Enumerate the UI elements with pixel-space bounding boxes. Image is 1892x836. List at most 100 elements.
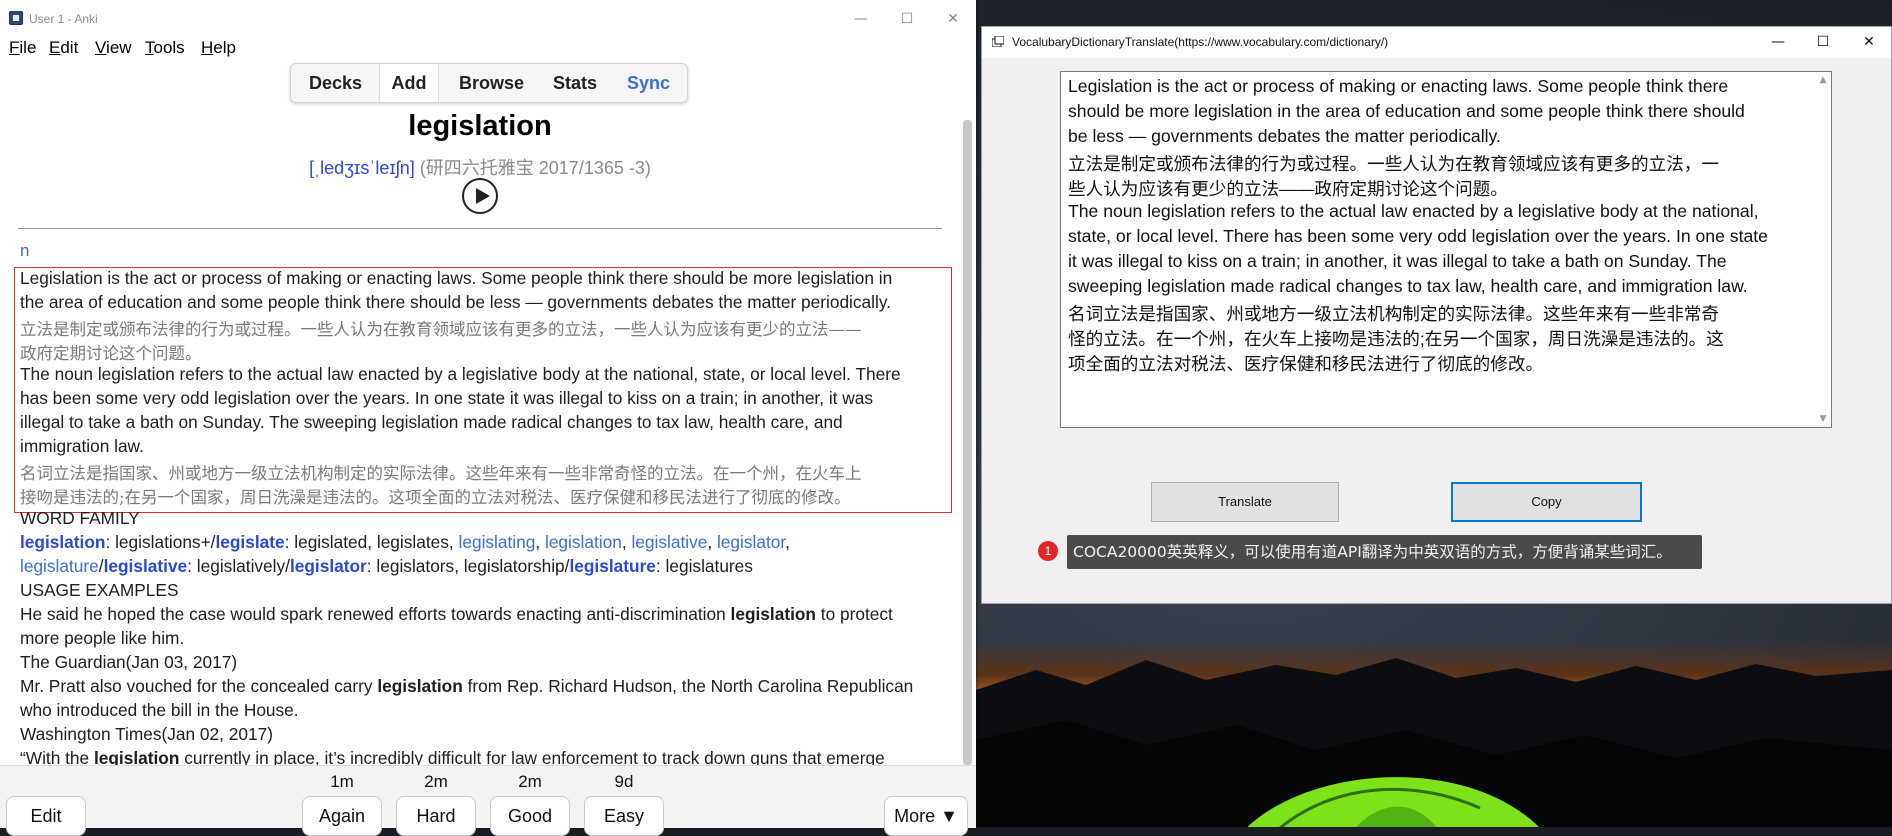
word-form: legislature — [569, 556, 656, 576]
more-button[interactable]: More ▼ — [884, 796, 968, 836]
usage-heading: USAGE EXAMPLES — [20, 580, 179, 600]
card-scrollbar[interactable] — [961, 120, 973, 765]
usage-example-cont: who introduced the bill in the House. — [20, 700, 299, 720]
text-line: should be more legislation in the area o… — [1068, 101, 1745, 121]
text-line: 项全面的立法对税法、医疗保健和移民法进行了彻底的修改。 — [1068, 354, 1544, 374]
menu-bar: File Edit View Tools Help — [0, 38, 976, 60]
text-line: 怪的立法。在一个州，在火车上接吻是违法的;在另一个国家，周日洗澡是违法的。这 — [1068, 329, 1724, 349]
good-button[interactable]: Good — [490, 796, 570, 836]
close-icon[interactable]: ✕ — [1846, 27, 1892, 58]
word-form: legislation — [20, 532, 106, 552]
menu-edit[interactable]: Edit — [49, 38, 78, 58]
menu-file[interactable]: File — [9, 38, 36, 58]
notification-badge: 1 — [1038, 541, 1058, 561]
good-interval: 2m — [518, 772, 542, 791]
word-family-line: legislation: legislations+/legislate: le… — [20, 532, 790, 553]
word-form-text: : legislatively/ — [187, 556, 290, 576]
divider — [18, 228, 942, 229]
scroll-up-icon[interactable]: ▲ — [1818, 75, 1828, 85]
close-icon[interactable]: ✕ — [930, 0, 976, 38]
again-interval: 1m — [330, 772, 354, 791]
minimize-icon[interactable]: — — [838, 0, 884, 38]
word-family-heading: WORD FAMILY — [20, 508, 140, 528]
play-audio-icon[interactable] — [462, 178, 498, 214]
example-keyword: legislation — [377, 676, 463, 696]
definition-en-line: immigration law. — [20, 436, 144, 456]
tooltip: COCA20000英英释义，可以使用有道API翻译为中英双语的方式，方便背诵某些… — [1067, 535, 1702, 569]
hard-button[interactable]: Hard — [396, 796, 476, 836]
word-family-line: legislature/legislative: legislatively/l… — [20, 556, 753, 577]
review-bottom-bar: Edit 1m 2m 2m 9d Again Hard Good Easy Mo… — [0, 765, 976, 836]
text-line: 名词立法是指国家、州或地方一级立法机构制定的实际法律。这些年来有一些非常奇 — [1068, 304, 1719, 324]
scroll-down-icon[interactable]: ▼ — [1818, 414, 1828, 424]
menu-help[interactable]: Help — [201, 38, 236, 58]
translate-button[interactable]: Translate — [1151, 482, 1339, 522]
text-line: it was illegal to kiss on a train; in an… — [1068, 251, 1727, 271]
definition-cn-line: 接吻是违法的;在另一个国家，周日洗澡是违法的。这项全面的立法对税法、医疗保健和移… — [20, 488, 851, 507]
browse-button[interactable]: Browse — [459, 64, 524, 102]
example-text: currently in place, it’s incredibly diff… — [179, 748, 885, 765]
usage-example-cont: more people like him. — [20, 628, 185, 648]
easy-interval: 9d — [614, 772, 634, 791]
word-link[interactable]: legislator — [717, 532, 785, 552]
text-line: state, or local level. There has been so… — [1068, 226, 1768, 246]
example-text: from Rep. Richard Hudson, the North Caro… — [462, 676, 914, 696]
headword: legislation — [408, 110, 552, 142]
separator: , — [535, 532, 545, 552]
sync-button[interactable]: Sync — [627, 64, 670, 102]
copy-button[interactable]: Copy — [1451, 482, 1642, 522]
easy-button[interactable]: Easy — [584, 796, 664, 836]
definition-en-line: The noun legislation refers to the actua… — [20, 364, 901, 384]
tent-image — [1247, 777, 1539, 827]
example-text: “With the — [20, 748, 94, 765]
minimize-icon[interactable]: — — [1755, 27, 1801, 58]
word-link[interactable]: legislation — [545, 532, 622, 552]
stats-button[interactable]: Stats — [553, 64, 597, 102]
definition-cn-line: 政府定期讨论这个问题。 — [20, 344, 202, 363]
usage-example: He said he hoped the case would spark re… — [20, 604, 893, 625]
word-form-text: : legislatures — [655, 556, 753, 576]
definition-en-line: illegal to take a bath on Sunday. The sw… — [20, 412, 843, 432]
text-area-scrollbar[interactable]: ▲ ▼ — [1815, 72, 1831, 427]
text-line: 些人认为应该有更少的立法——政府定期讨论这个问题。 — [1068, 179, 1508, 199]
word-link[interactable]: legislating — [459, 532, 536, 552]
edit-button[interactable]: Edit — [6, 796, 86, 836]
part-of-speech: n — [20, 241, 30, 260]
example-text: He said he hoped the case would spark re… — [20, 604, 731, 624]
tag-text: (研四六托雅宝 2017/1365 -3) — [419, 158, 651, 178]
example-keyword: legislation — [93, 748, 180, 765]
add-button[interactable]: Add — [379, 64, 439, 102]
anki-title-bar[interactable]: User 1 - Anki — ☐ ✕ — [0, 0, 976, 38]
word-link[interactable]: legislature — [20, 556, 99, 576]
main-toolbar: Decks Add Browse Stats Sync — [290, 63, 688, 103]
anki-window: User 1 - Anki — ☐ ✕ File Edit View Tools… — [0, 0, 976, 836]
scrollbar-thumb[interactable] — [963, 120, 972, 765]
word-link[interactable]: legislative — [631, 532, 707, 552]
menu-tools[interactable]: Tools — [145, 38, 185, 58]
usage-example: “With the legislation currently in place… — [20, 748, 885, 765]
anki-window-title: User 1 - Anki — [29, 12, 98, 26]
again-button[interactable]: Again — [302, 796, 382, 836]
text-line: sweeping legislation made radical change… — [1068, 276, 1748, 296]
decks-button[interactable]: Decks — [309, 64, 362, 102]
menu-view[interactable]: View — [95, 38, 132, 58]
word-form: legislate — [215, 532, 285, 552]
example-source: Washington Times(Jan 02, 2017) — [20, 724, 273, 744]
word-form: legislator — [289, 556, 367, 576]
card-content: legislation [ˌledʒɪsˈleɪʃn] (研四六托雅宝 2017… — [0, 104, 960, 765]
maximize-icon[interactable]: ☐ — [884, 0, 930, 38]
word-form-text: : legislators, legislatorship/ — [366, 556, 570, 576]
definition-en-line: the area of education and some people th… — [20, 292, 891, 312]
text-line: 立法是制定或颁布法律的行为或过程。一些人认为在教育领域应该有更多的立法，一 — [1068, 154, 1719, 174]
example-source: The Guardian(Jan 03, 2017) — [20, 652, 238, 672]
maximize-icon[interactable]: ☐ — [1800, 27, 1846, 58]
translation-text-area[interactable]: Legislation is the act or process of mak… — [1060, 71, 1832, 428]
definition-en-line: has been some very odd legislation over … — [20, 388, 874, 408]
text-line: be less — governments debates the matter… — [1068, 126, 1501, 146]
text-line: Legislation is the act or process of mak… — [1068, 76, 1729, 96]
ipa-text: [ˌledʒɪsˈleɪʃn] — [309, 158, 415, 178]
translator-title-bar[interactable]: VocalubaryDictionaryTranslate(https://ww… — [982, 27, 1891, 58]
word-form-text: : legislations+/ — [105, 532, 216, 552]
example-text: Mr. Pratt also vouched for the concealed… — [20, 676, 378, 696]
word-form: legislative — [103, 556, 188, 576]
